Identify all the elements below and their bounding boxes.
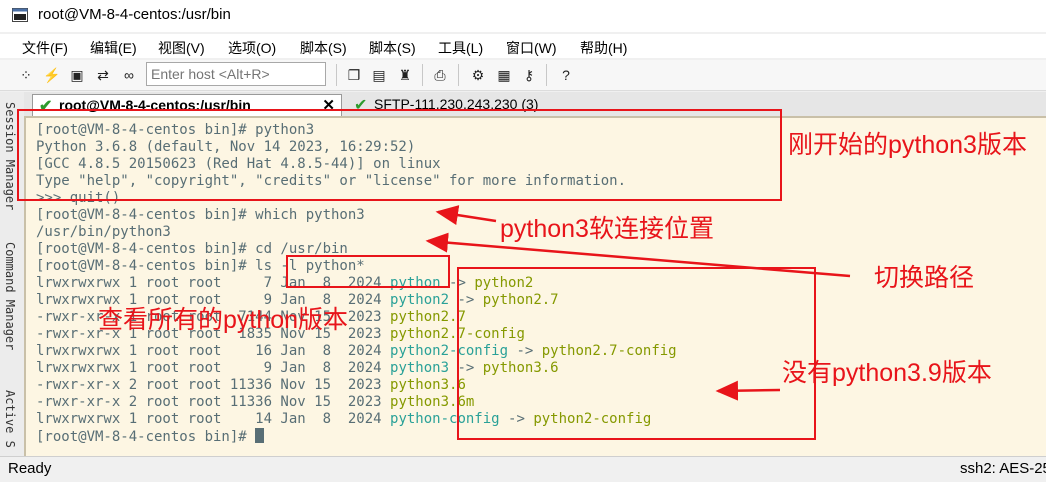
status-bar: Ready ssh2: AES-25 — [0, 456, 1046, 482]
arrow-which-python3 — [435, 205, 497, 225]
arrow-cd-usr-bin — [425, 232, 851, 278]
annotation-view-all-versions: 查看所有的python版本 — [98, 306, 349, 334]
annotation-switch-path: 切换路径 — [874, 264, 975, 292]
status-connection-info: ssh2: AES-25 — [960, 460, 1046, 477]
status-ready: Ready — [8, 460, 52, 477]
arrow-no-python39 — [715, 380, 781, 401]
annotation-symlink-location: python3软连接位置 — [500, 215, 714, 243]
annotation-no-python39: 没有python3.9版本 — [782, 359, 992, 387]
annotation-initial-version: 刚开始的python3版本 — [788, 131, 1027, 159]
